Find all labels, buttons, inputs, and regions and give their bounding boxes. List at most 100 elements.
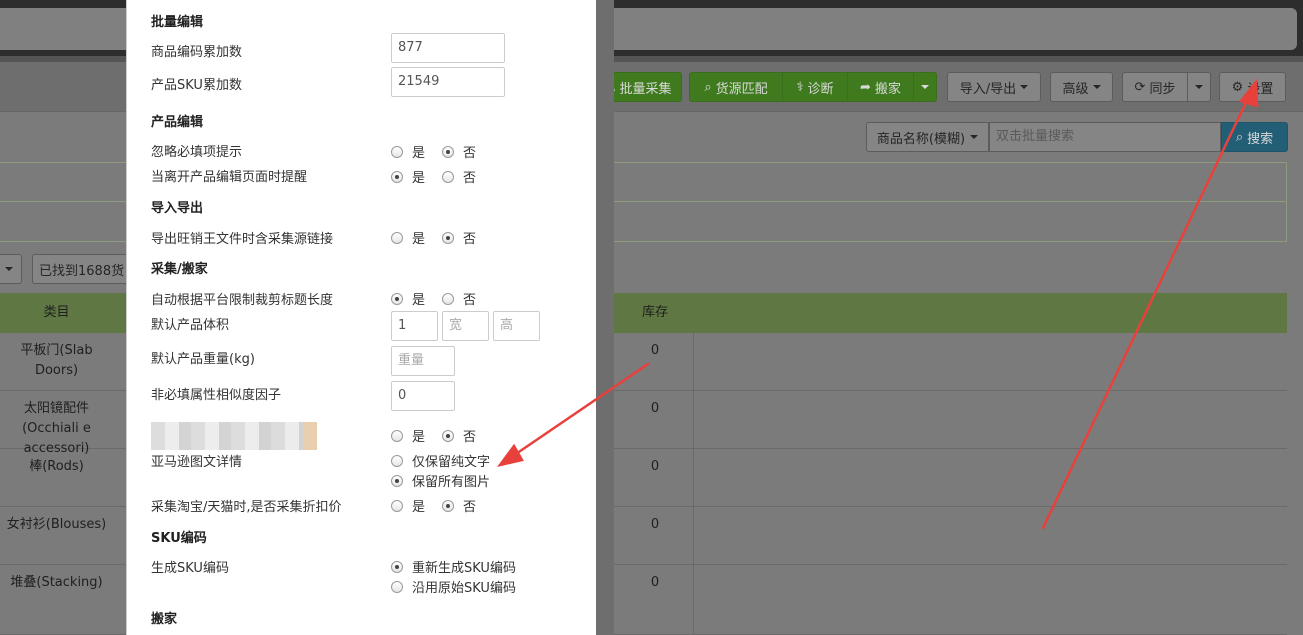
stock-cell: 0 xyxy=(650,517,660,532)
leave-page-radio-group: 是 否 xyxy=(391,167,476,186)
radio-yes[interactable] xyxy=(391,231,403,244)
search-input[interactable]: 双击批量搜索 xyxy=(989,122,1221,152)
search-icon: ⌕ xyxy=(704,79,712,95)
search-field-select[interactable]: 商品名称(模糊) xyxy=(866,122,989,152)
chevron-down-icon xyxy=(970,135,979,139)
radio-yes[interactable] xyxy=(391,145,403,158)
chevron-down-icon xyxy=(1092,85,1101,89)
blurred-option-radio-group: 是 否 xyxy=(391,426,476,445)
batch-collect-label: 批量采集 xyxy=(619,81,672,97)
keep-sku-label: 沿用原始SKU编码 xyxy=(412,581,516,596)
section-title-batch-edit: 批量编辑 xyxy=(151,15,204,30)
column-stock: 库存 xyxy=(641,305,668,320)
volume-width-input[interactable]: 宽 xyxy=(442,311,489,341)
default-weight-label: 默认产品重量(kg) xyxy=(151,352,255,367)
share-arrow-icon: ➦ xyxy=(860,79,871,95)
category-cell: 堆叠(Stacking) xyxy=(10,575,103,590)
radio-yes-label: 是 xyxy=(412,430,426,445)
settings-label: 设置 xyxy=(1247,81,1274,97)
similarity-factor-input[interactable]: 0 xyxy=(391,381,455,411)
stock-cell: 0 xyxy=(650,343,660,358)
diagnose-button[interactable]: ⚕ 诊断 xyxy=(782,72,848,102)
amazon-keep-images-option: 保留所有图片 xyxy=(391,471,490,490)
radio-no[interactable] xyxy=(442,499,455,512)
category-cell: 女衬衫(Blouses) xyxy=(6,517,107,532)
code-increment-input[interactable]: 877 xyxy=(391,33,505,63)
section-title-move: 搬家 xyxy=(151,612,178,627)
volume-height-input[interactable]: 高 xyxy=(493,311,540,341)
regen-sku-label: 重新生成SKU编码 xyxy=(412,561,516,576)
refresh-icon: ⟳ xyxy=(1134,79,1146,95)
radio-keep-sku[interactable] xyxy=(391,580,403,593)
auto-trim-radio-group: 是 否 xyxy=(391,289,476,308)
sync-label: 同步 xyxy=(1149,81,1176,97)
radio-yes-label: 是 xyxy=(412,171,426,186)
source-match-label: 货源匹配 xyxy=(715,81,768,97)
section-title-product-edit: 产品编辑 xyxy=(151,115,204,130)
auto-trim-title-label: 自动根据平台限制裁剪标题长度 xyxy=(151,293,334,308)
gear-icon: ⚙ xyxy=(1231,79,1244,95)
import-export-button[interactable]: 导入/导出 xyxy=(947,72,1041,102)
sku-increment-label: 产品SKU累加数 xyxy=(151,78,242,93)
stock-cell: 0 xyxy=(650,401,660,416)
chevron-down-icon xyxy=(1020,85,1029,89)
radio-yes-label: 是 xyxy=(412,293,426,308)
advanced-button[interactable]: 高级 xyxy=(1050,72,1113,102)
chevron-down-icon xyxy=(1195,85,1203,89)
generate-sku-label: 生成SKU编码 xyxy=(151,561,229,576)
sku-increment-input[interactable]: 21549 xyxy=(391,67,505,97)
radio-no[interactable] xyxy=(442,170,455,183)
radio-no-label: 否 xyxy=(463,171,477,186)
taobao-discount-radio-group: 是 否 xyxy=(391,496,476,515)
section-title-import-export: 导入导出 xyxy=(151,201,204,216)
search-button[interactable]: ⌕ 搜索 xyxy=(1221,122,1288,152)
export-link-radio-group: 是 否 xyxy=(391,228,476,247)
found-1688-label: 已找到1688货 xyxy=(39,263,125,279)
left-dropdown-toggle[interactable] xyxy=(0,254,22,284)
code-increment-label: 商品编码累加数 xyxy=(151,45,243,60)
search-field-label: 商品名称(模糊) xyxy=(876,131,966,147)
radio-yes[interactable] xyxy=(391,170,403,183)
amazon-text-only-option: 仅保留纯文字 xyxy=(391,451,490,470)
source-match-button[interactable]: ⌕ 货源匹配 xyxy=(689,72,783,102)
radio-no-label: 否 xyxy=(463,232,477,247)
radio-no[interactable] xyxy=(442,145,455,158)
ignore-required-label: 忽略必填项提示 xyxy=(151,145,243,160)
radio-keep-images[interactable] xyxy=(391,474,403,487)
volume-length-input[interactable]: 1 xyxy=(391,311,438,341)
radio-yes[interactable] xyxy=(391,499,403,512)
sync-dropdown-toggle[interactable] xyxy=(1187,72,1211,102)
radio-yes[interactable] xyxy=(391,292,403,305)
search-placeholder: 双击批量搜索 xyxy=(996,129,1075,144)
radio-regen-sku[interactable] xyxy=(391,560,403,573)
chevron-down-icon xyxy=(921,85,929,89)
radio-yes[interactable] xyxy=(391,429,403,442)
radio-no[interactable] xyxy=(442,429,455,442)
category-cell: 棒(Rods) xyxy=(29,459,84,474)
radio-yes-label: 是 xyxy=(412,146,426,161)
sku-keep-original-option: 沿用原始SKU编码 xyxy=(391,577,516,596)
radio-text-only[interactable] xyxy=(391,454,403,467)
export-link-label: 导出旺销王文件时含采集源链接 xyxy=(151,232,334,247)
radio-yes-label: 是 xyxy=(412,232,426,247)
radio-no-label: 否 xyxy=(463,146,477,161)
settings-button[interactable]: ⚙ 设置 xyxy=(1219,72,1286,102)
similarity-factor-label: 非必填属性相似度因子 xyxy=(151,388,282,403)
radio-no-label: 否 xyxy=(463,500,477,515)
keep-images-label: 保留所有图片 xyxy=(412,475,491,490)
radio-no[interactable] xyxy=(442,292,455,305)
radio-no[interactable] xyxy=(442,231,455,244)
section-title-sku: SKU编码 xyxy=(151,531,207,546)
weight-input[interactable]: 重量 xyxy=(391,346,455,376)
move-label: 搬家 xyxy=(874,81,901,97)
move-button[interactable]: ➦ 搬家 xyxy=(847,72,914,102)
sync-button[interactable]: ⟳ 同步 xyxy=(1122,72,1188,102)
blurred-label xyxy=(151,422,317,450)
radio-no-label: 否 xyxy=(463,430,477,445)
category-cell: 平板门(Slab Doors) xyxy=(20,343,93,378)
search-icon: ⌕ xyxy=(1235,129,1244,145)
radio-no-label: 否 xyxy=(463,293,477,308)
move-dropdown-toggle[interactable] xyxy=(913,72,937,102)
sku-regen-option: 重新生成SKU编码 xyxy=(391,557,516,576)
import-export-label: 导入/导出 xyxy=(959,81,1017,97)
